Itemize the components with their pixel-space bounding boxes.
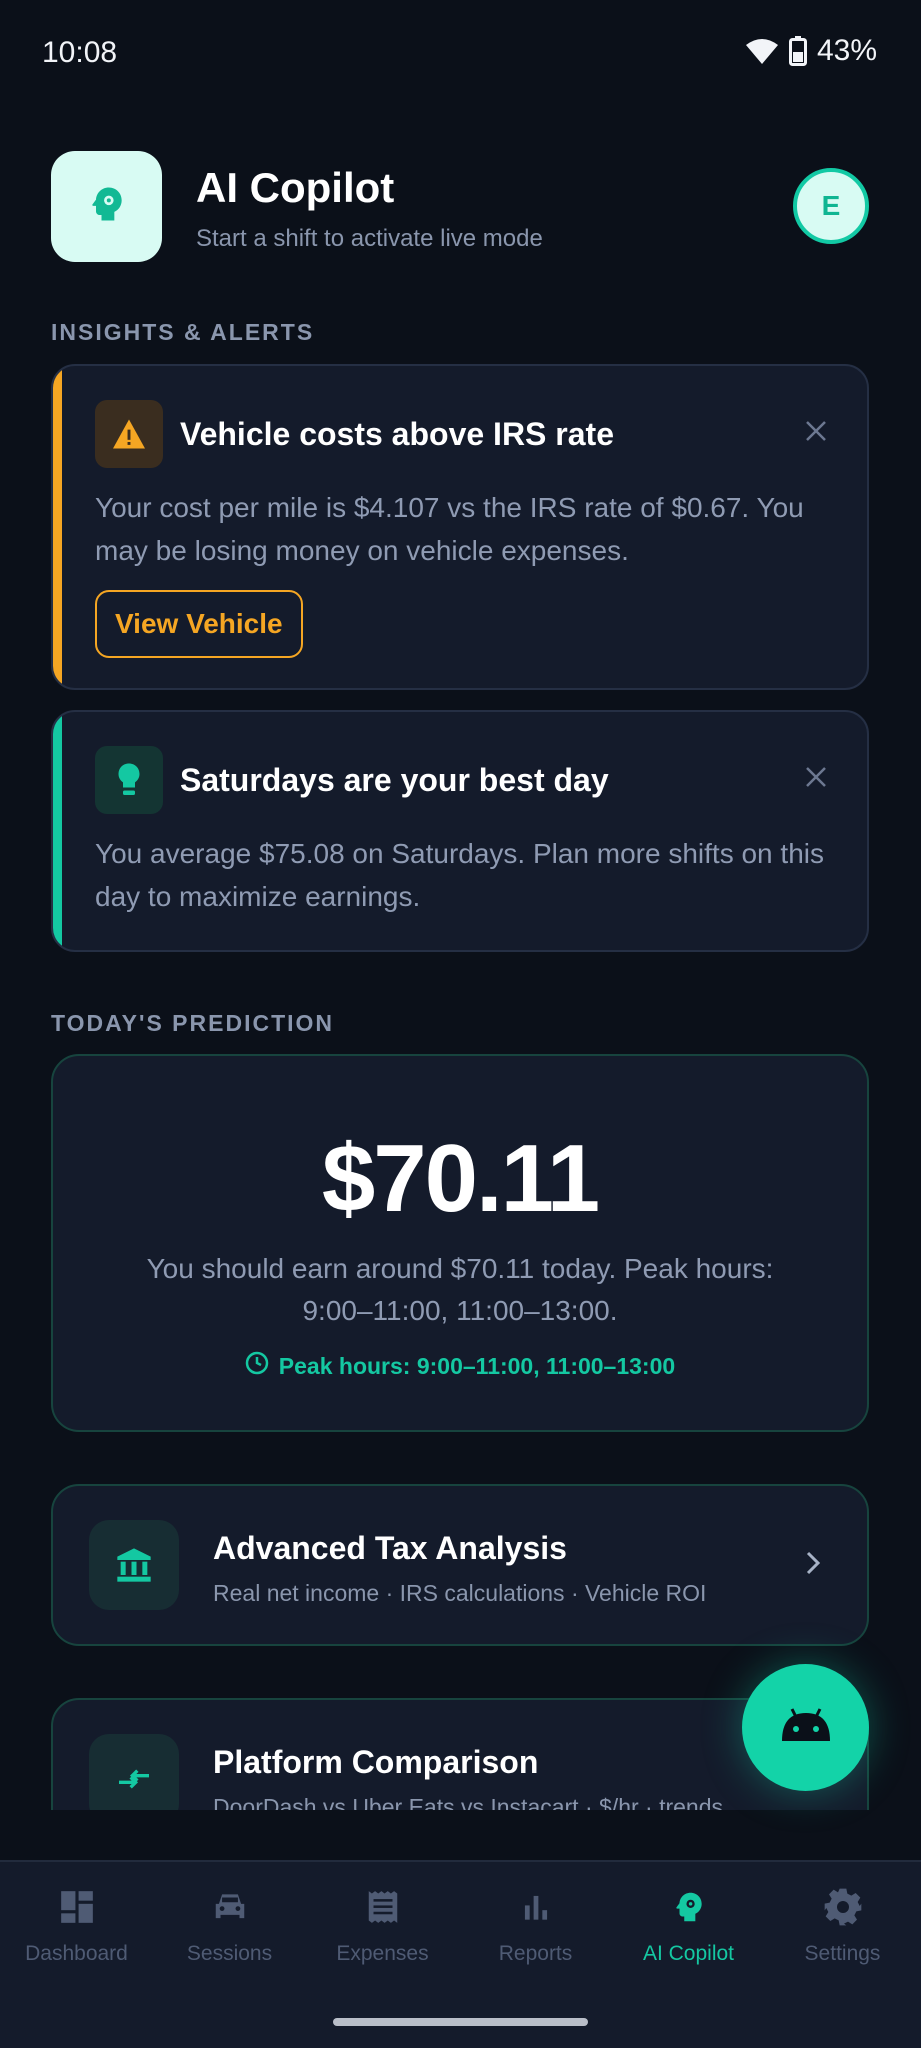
dashboard-icon bbox=[54, 1884, 100, 1930]
home-indicator[interactable] bbox=[333, 2018, 588, 2026]
nav-item-expenses[interactable]: Expenses bbox=[306, 1884, 459, 1966]
status-indicators: 43% bbox=[745, 34, 877, 68]
nav-item-sessions[interactable]: Sessions bbox=[153, 1884, 306, 1966]
warning-icon bbox=[95, 400, 163, 468]
receipt-icon bbox=[360, 1884, 406, 1930]
page-subtitle: Start a shift to activate live mode bbox=[196, 225, 543, 252]
prediction-amount: $70.11 bbox=[321, 1125, 600, 1232]
avatar[interactable]: E bbox=[793, 168, 869, 244]
ai-head-icon bbox=[666, 1884, 712, 1930]
app-screen: 10:08 43% AI Copilot Start a shift to ac… bbox=[0, 0, 921, 2048]
nav-label: Reports bbox=[498, 1942, 573, 1965]
insight-accent-bar bbox=[53, 366, 62, 688]
feature-subtitle: Real net income · IRS calculations · Veh… bbox=[213, 1580, 707, 1606]
feature-subtitle: DoorDash vs Uber Eats vs Instacart · $/h… bbox=[213, 1794, 724, 1810]
nav-item-reports[interactable]: Reports bbox=[459, 1884, 612, 1966]
insight-card-best-day: Saturdays are your best day You average … bbox=[51, 710, 869, 952]
battery-icon bbox=[788, 36, 807, 66]
ai-copilot-logo bbox=[51, 151, 162, 262]
status-time: 10:08 bbox=[42, 36, 118, 69]
insight-body: Your cost per mile is $4.107 vs the IRS … bbox=[95, 492, 804, 566]
gear-icon bbox=[820, 1884, 866, 1930]
peak-hours: Peak hours: 9:00–11:00, 11:00–13:00 bbox=[53, 1351, 867, 1381]
clock-icon bbox=[245, 1351, 269, 1381]
prediction-description: You should earn around $70.11 today. Pea… bbox=[146, 1253, 774, 1326]
close-icon[interactable] bbox=[801, 762, 831, 792]
wifi-icon bbox=[745, 37, 779, 65]
bar-chart-icon bbox=[513, 1884, 559, 1930]
feature-title: Platform Comparison bbox=[213, 1744, 539, 1780]
page-title: AI Copilot bbox=[196, 164, 395, 211]
nav-label: Settings bbox=[804, 1942, 881, 1965]
status-bar: 10:08 43% bbox=[0, 0, 921, 106]
insights-section-label: INSIGHTS & ALERTS bbox=[51, 319, 315, 345]
compare-arrows-icon bbox=[89, 1734, 179, 1810]
insight-accent-bar bbox=[53, 712, 62, 950]
feature-title: Advanced Tax Analysis bbox=[213, 1530, 567, 1566]
nav-item-settings[interactable]: Settings bbox=[766, 1884, 919, 1966]
nav-label: Expenses bbox=[336, 1942, 429, 1965]
bank-icon bbox=[89, 1520, 179, 1610]
nav-label: Dashboard bbox=[25, 1942, 128, 1965]
assistant-fab-button[interactable] bbox=[742, 1664, 869, 1791]
insight-card-vehicle-costs: Vehicle costs above IRS rate Your cost p… bbox=[51, 364, 869, 690]
nav-label: AI Copilot bbox=[642, 1942, 735, 1965]
android-icon bbox=[778, 1707, 834, 1748]
view-vehicle-button[interactable]: View Vehicle bbox=[95, 590, 303, 658]
car-icon bbox=[207, 1884, 253, 1930]
insight-title: Saturdays are your best day bbox=[180, 762, 609, 798]
advanced-tax-analysis-card[interactable]: Advanced Tax Analysis Real net income · … bbox=[51, 1484, 869, 1646]
close-icon[interactable] bbox=[801, 416, 831, 446]
prediction-section-label: TODAY'S PREDICTION bbox=[51, 1010, 335, 1036]
peak-hours-label: Peak hours: 9:00–11:00, 11:00–13:00 bbox=[278, 1352, 676, 1379]
nav-item-dashboard[interactable]: Dashboard bbox=[0, 1884, 153, 1966]
lightbulb-icon bbox=[95, 746, 163, 814]
chevron-right-icon bbox=[805, 1550, 821, 1581]
battery-percent: 43% bbox=[816, 34, 877, 67]
prediction-card: $70.11 You should earn around $70.11 tod… bbox=[51, 1054, 869, 1432]
insight-title: Vehicle costs above IRS rate bbox=[180, 416, 614, 452]
ai-head-icon bbox=[85, 182, 129, 231]
nav-item-ai-copilot[interactable]: AI Copilot bbox=[612, 1884, 765, 1966]
insight-body: You average $75.08 on Saturdays. Plan mo… bbox=[95, 838, 824, 912]
nav-label: Sessions bbox=[186, 1942, 273, 1965]
